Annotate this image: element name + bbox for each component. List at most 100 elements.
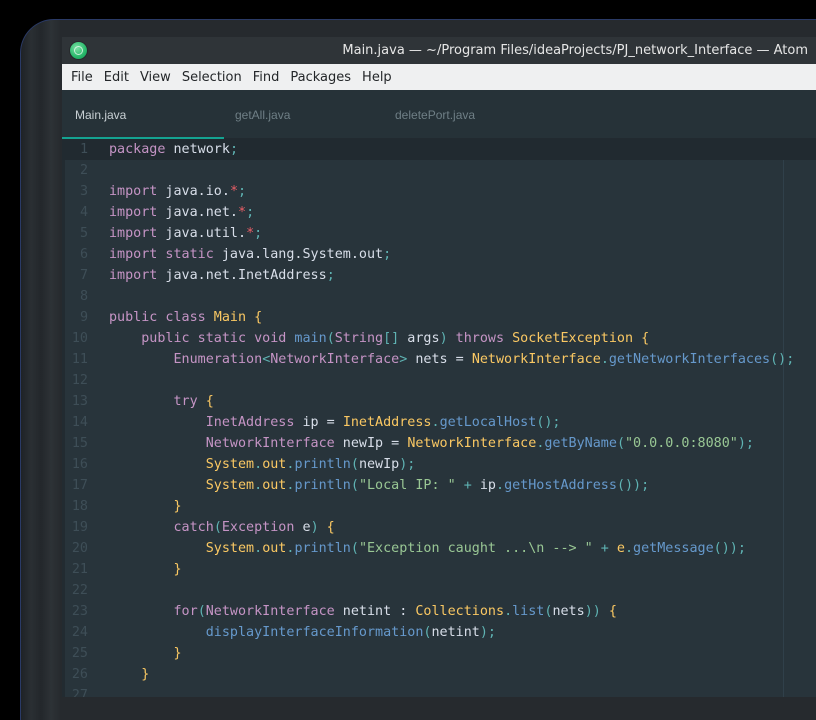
code-line[interactable]: 1 package network; (62, 139, 816, 160)
tab-label: Main.java (75, 108, 127, 122)
code-token: netint (431, 625, 480, 640)
code-token: catch (173, 520, 214, 535)
tab-deleteport-java[interactable]: deletePort.java (382, 90, 542, 138)
code-token: getByName (544, 436, 617, 451)
code-line[interactable]: 24 displayInterfaceInformation(netint); (62, 622, 816, 643)
code-line[interactable]: 15 NetworkInterface newIp = NetworkInter… (62, 433, 816, 454)
code-line[interactable]: 25 } (62, 643, 816, 664)
tab-main-java[interactable]: Main.java (62, 90, 224, 139)
code-line[interactable]: 20 System.out.println("Exception caught … (62, 538, 816, 559)
code-token: } (173, 562, 182, 577)
menu-packages[interactable]: Packages (285, 70, 356, 85)
line-number: 24 (71, 625, 88, 640)
code-text: } (109, 664, 149, 685)
code-line[interactable]: 22 (62, 580, 816, 601)
menu-find[interactable]: Find (248, 70, 285, 85)
atom-icon[interactable] (70, 42, 87, 59)
code-line[interactable]: 17 System.out.println("Local IP: " + ip.… (62, 475, 816, 496)
menu-view[interactable]: View (135, 70, 176, 85)
code-line[interactable]: 14 InetAddress ip = InetAddress.getLocal… (62, 412, 816, 433)
code-token: java.net.InetAddress (157, 268, 327, 283)
code-line[interactable]: 23 for(NetworkInterface netint : Collect… (62, 601, 816, 622)
code-text: System.out.println(newIp); (109, 454, 416, 475)
code-line[interactable]: 27 (62, 685, 816, 697)
code-token: package (109, 142, 166, 157)
code-token: System (205, 478, 255, 493)
tab-getall-java[interactable]: getAll.java (222, 90, 382, 138)
code-token: . (624, 541, 634, 556)
code-token: ; (238, 184, 247, 199)
code-line[interactable]: 12 (62, 370, 816, 391)
menu-edit[interactable]: Edit (99, 70, 134, 85)
code-token: network (165, 142, 230, 157)
code-token: * (238, 205, 247, 220)
code-token: (); (770, 352, 795, 367)
code-line[interactable]: 18 } (62, 496, 816, 517)
code-token: ()); (616, 478, 650, 493)
line-number: 11 (71, 352, 88, 367)
code-line[interactable]: 5 import java.util.*; (62, 223, 816, 244)
line-number: 13 (71, 394, 88, 409)
code-token: String (334, 331, 384, 346)
code-token: java.net. (157, 205, 238, 220)
code-token: . (504, 604, 513, 619)
code-token: { (197, 394, 214, 409)
code-token: out (262, 478, 287, 493)
code-token: )) (584, 604, 601, 619)
code-line[interactable]: 26 } (62, 664, 816, 685)
line-number: 2 (79, 163, 88, 178)
code-line[interactable]: 11 Enumeration<NetworkInterface> nets = … (62, 349, 816, 370)
code-text: } (109, 496, 182, 517)
code-line[interactable]: 3 import java.io.*; (62, 181, 816, 202)
code-line[interactable]: 21 } (62, 559, 816, 580)
code-line[interactable]: 7 import java.net.InetAddress; (62, 265, 816, 286)
code-line[interactable]: 19 catch(Exception e) { (62, 517, 816, 538)
line-number: 1 (79, 142, 88, 157)
code-line[interactable]: 13 try { (62, 391, 816, 412)
code-editor[interactable]: 1 package network; 2 3 import java.io.*; 4 imp… (62, 139, 816, 697)
code-token: public (109, 310, 158, 325)
code-token: newIp = (334, 436, 408, 451)
menu-help[interactable]: Help (357, 70, 397, 85)
code-line[interactable]: 4 import java.net.*; (62, 202, 816, 223)
line-number: 23 (71, 604, 88, 619)
code-text: import java.io.*; (109, 181, 246, 202)
code-line[interactable]: 16 System.out.println(newIp); (62, 454, 816, 475)
code-token: (); (536, 415, 561, 430)
code-token: Enumeration (173, 352, 263, 367)
code-token: { (600, 604, 617, 619)
code-line[interactable]: 9 public class Main { (62, 307, 816, 328)
code-line[interactable]: 2 (62, 160, 816, 181)
code-token: ; (229, 142, 238, 157)
code-token: ip = (294, 415, 343, 430)
code-token: . (254, 478, 263, 493)
code-token: ) (310, 520, 319, 535)
code-token: import (109, 247, 158, 262)
line-number: 12 (71, 373, 88, 388)
code-token: ( (350, 478, 359, 493)
code-text: } (109, 559, 182, 580)
code-text: NetworkInterface newIp = NetworkInterfac… (109, 433, 754, 454)
code-line[interactable]: 10 public static void main(String[] args… (62, 328, 816, 349)
code-token: * (246, 226, 255, 241)
title-bar[interactable]: Main.java — ~/Program Files/ideaProjects… (62, 37, 816, 64)
code-token: InetAddress (205, 415, 295, 430)
code-token: ; (246, 205, 255, 220)
code-token: nets (552, 604, 585, 619)
code-text: package network; (109, 139, 238, 160)
code-token: println (294, 478, 351, 493)
menu-selection[interactable]: Selection (177, 70, 247, 85)
line-number: 8 (79, 289, 88, 304)
code-line[interactable]: 6 import static java.lang.System.out; (62, 244, 816, 265)
code-token: getLocalHost (439, 415, 537, 430)
code-token: "Local IP: " (358, 478, 456, 493)
tab-label: getAll.java (235, 108, 291, 122)
code-text: import java.util.*; (109, 223, 262, 244)
code-token: [] (383, 331, 400, 346)
code-token: nets = (407, 352, 472, 367)
menu-file[interactable]: File (66, 70, 98, 85)
code-line[interactable]: 8 (62, 286, 816, 307)
code-text: Enumeration<NetworkInterface> nets = Net… (109, 349, 795, 370)
